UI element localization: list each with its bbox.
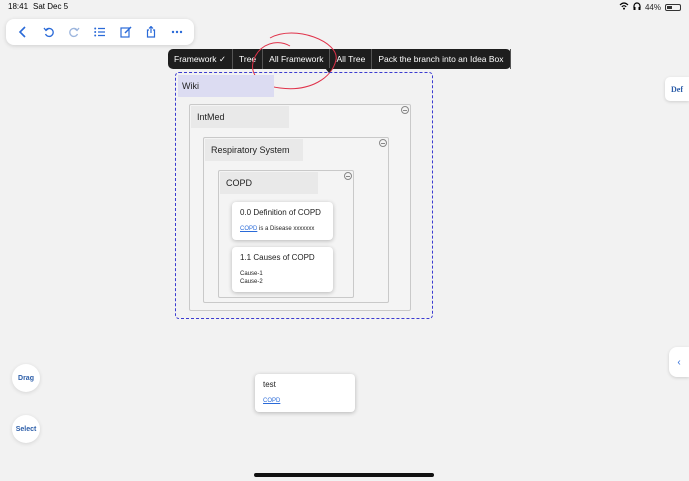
status-indicators: 44% — [619, 2, 681, 12]
collapse-icon[interactable] — [344, 172, 352, 180]
list-icon[interactable] — [91, 23, 109, 41]
causes-card-title: 1.1 Causes of COPD — [240, 253, 315, 262]
respiratory-label[interactable]: Respiratory System — [205, 139, 303, 161]
wifi-icon — [619, 2, 629, 12]
definition-text: is a Disease xxxxxxx — [257, 226, 315, 232]
cause-1: Cause-1 — [240, 271, 263, 277]
menu-item-all-tree[interactable]: All Tree — [330, 49, 373, 69]
select-button[interactable]: Select — [12, 415, 40, 443]
status-time: 18:41 — [8, 2, 29, 11]
undo-icon[interactable] — [40, 23, 58, 41]
definition-card-title: 0.0 Definition of COPD — [240, 208, 321, 217]
collapse-icon[interactable] — [401, 106, 409, 114]
collapse-icon[interactable] — [379, 139, 387, 147]
copd-node[interactable]: COPD 0.0 Definition of COPD COPD is a Di… — [218, 170, 354, 298]
menu-item-all-framework[interactable]: All Framework — [263, 49, 331, 69]
context-menu: Framework ✓ Tree All Framework All Tree … — [168, 49, 511, 73]
top-toolbar — [6, 19, 194, 45]
battery-icon — [665, 3, 681, 11]
intmed-label[interactable]: IntMed — [191, 106, 289, 128]
home-indicator[interactable] — [254, 473, 434, 477]
menu-item-tree[interactable]: Tree — [233, 49, 264, 69]
definition-panel-button[interactable]: Def — [665, 77, 689, 101]
copd-label[interactable]: COPD — [220, 172, 318, 194]
copd-link[interactable]: COPD — [263, 398, 280, 404]
intmed-node[interactable]: IntMed Respiratory System COPD 0.0 Defin… — [189, 104, 411, 311]
status-date: Sat Dec 5 — [33, 2, 69, 11]
causes-card[interactable]: 1.1 Causes of COPD Cause-1 Cause-2 — [232, 247, 333, 292]
more-icon[interactable] — [168, 23, 186, 41]
chevron-left-icon[interactable]: ‹ — [669, 347, 689, 377]
headphones-icon — [633, 2, 641, 12]
definition-card-body: COPD is a Disease xxxxxxx — [240, 225, 314, 233]
menu-item-framework[interactable]: Framework ✓ — [168, 49, 233, 69]
definition-card[interactable]: 0.0 Definition of COPD COPD is a Disease… — [232, 202, 333, 240]
test-card-title: test — [263, 380, 276, 389]
menu-item-pack-branch[interactable]: Pack the branch into an Idea Box — [372, 49, 511, 69]
cause-2: Cause-2 — [240, 279, 263, 285]
wiki-framework-selected[interactable]: Wiki IntMed Respiratory System COPD 0.0 … — [175, 72, 433, 319]
respiratory-node[interactable]: Respiratory System COPD 0.0 Definition o… — [203, 137, 389, 303]
drag-button[interactable]: Drag — [12, 364, 40, 392]
share-icon[interactable] — [142, 23, 160, 41]
causes-card-body: Cause-1 Cause-2 — [240, 270, 263, 286]
back-icon[interactable] — [14, 23, 32, 41]
wiki-label[interactable]: Wiki — [178, 75, 274, 97]
battery-percent: 44% — [644, 2, 661, 12]
copd-link[interactable]: COPD — [240, 226, 257, 232]
redo-icon[interactable] — [65, 23, 83, 41]
test-card[interactable]: test COPD — [255, 374, 355, 412]
test-card-body: COPD — [263, 397, 280, 405]
edit-icon[interactable] — [117, 23, 135, 41]
status-bar: 18:41 Sat Dec 5 44% — [0, 0, 689, 14]
